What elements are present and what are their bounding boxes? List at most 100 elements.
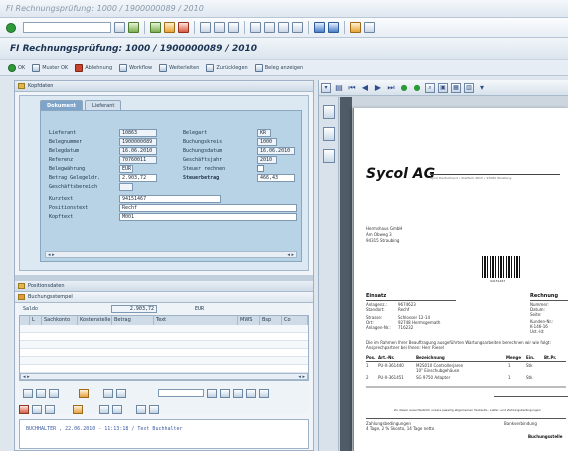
save-document-icon[interactable]: ▾: [321, 82, 331, 93]
checkbox-steuer-rechnen[interactable]: [257, 165, 264, 172]
details-icon[interactable]: [103, 388, 113, 398]
fit-width-icon[interactable]: ▦: [451, 82, 461, 93]
last-page-icon[interactable]: ⏭: [386, 83, 396, 93]
table-row[interactable]: [20, 357, 308, 365]
last-page-icon[interactable]: [292, 22, 303, 33]
attach-icon[interactable]: [99, 404, 109, 414]
field-belegdatum[interactable]: 16.06.2010: [119, 147, 157, 155]
zuruecklegen-button[interactable]: Zurücklegen: [206, 63, 248, 72]
muster-ok-button[interactable]: Muster OK: [32, 63, 68, 72]
delete-row-icon[interactable]: [36, 388, 46, 398]
field-positionstext[interactable]: Rechf: [119, 204, 297, 212]
field-lieferant[interactable]: 10863: [119, 129, 157, 137]
filter-icon[interactable]: [259, 388, 269, 398]
layout-icon[interactable]: [364, 22, 375, 33]
field-geschaeftsjahr[interactable]: 2010: [257, 156, 277, 164]
buchungsstempel-header[interactable]: Buchungsstempel: [15, 292, 313, 303]
delete-note-icon[interactable]: [19, 404, 29, 414]
more-options-icon[interactable]: ▾: [477, 83, 487, 93]
scroll-left-icon[interactable]: ◂ ▸: [23, 374, 30, 380]
table-row[interactable]: [20, 341, 308, 349]
workflow-button[interactable]: Workflow: [119, 63, 152, 72]
note-textbox[interactable]: BUCHHALTER , 22.06.2010 - 11:13:18 / Tex…: [19, 419, 309, 449]
field-geschaeftsbereich[interactable]: [119, 183, 133, 191]
zoom-icon[interactable]: ⌕: [425, 82, 435, 93]
kopf-horizontal-scrollbar[interactable]: ◂ ▸ ◂ ▸: [45, 251, 297, 258]
print-document-icon[interactable]: ▤: [334, 83, 344, 93]
history-icon[interactable]: [112, 404, 122, 414]
sort-icon[interactable]: [246, 388, 256, 398]
tab-dokument[interactable]: Dokument: [40, 100, 84, 110]
next-page-icon[interactable]: [278, 22, 289, 33]
print-icon[interactable]: [200, 22, 211, 33]
field-referenz[interactable]: 70760011: [119, 156, 157, 164]
field-belegart[interactable]: KR: [257, 129, 271, 137]
note-icon[interactable]: [73, 404, 83, 414]
col-text[interactable]: Text: [154, 316, 238, 325]
field-buchungskreis[interactable]: 1000: [257, 138, 277, 146]
rotate-left-icon[interactable]: ●: [399, 83, 409, 93]
field-kurztext[interactable]: 94151467: [119, 195, 221, 203]
col-kostenstelle[interactable]: Kostenstelle: [78, 316, 112, 325]
invoice-document-page[interactable]: Sycol AG Sycol Deutschland • Postfach 48…: [353, 108, 568, 451]
sum-icon[interactable]: [220, 388, 230, 398]
field-belegwaehrung[interactable]: EUR: [119, 165, 133, 173]
table-row[interactable]: [20, 333, 308, 341]
table-row[interactable]: [20, 349, 308, 357]
back-icon[interactable]: [150, 22, 161, 33]
previous-page-icon[interactable]: [264, 22, 275, 33]
enter-icon[interactable]: [6, 22, 16, 33]
dropdown-icon[interactable]: [114, 22, 125, 33]
insert-row-icon[interactable]: [23, 388, 33, 398]
col-bsp[interactable]: Bsp: [260, 316, 282, 325]
edit-icon[interactable]: [79, 388, 89, 398]
new-session-icon[interactable]: [314, 22, 325, 33]
thumbnails-icon[interactable]: ▥: [464, 82, 474, 93]
help-icon[interactable]: [350, 22, 361, 33]
fit-page-icon[interactable]: ▣: [438, 82, 448, 93]
amount-input[interactable]: [158, 389, 204, 397]
table-row[interactable]: [20, 365, 308, 373]
thumbnail-page-3[interactable]: [323, 149, 335, 163]
cut-icon[interactable]: [32, 404, 42, 414]
field-belegnummer[interactable]: 1900000089: [119, 138, 157, 146]
save-icon[interactable]: [128, 22, 139, 33]
next-page-icon[interactable]: ▶: [373, 83, 383, 93]
subtotal-icon[interactable]: [233, 388, 243, 398]
field-betrag[interactable]: 2.903,72: [119, 174, 157, 182]
select-all-icon[interactable]: [116, 388, 126, 398]
table-horizontal-scrollbar[interactable]: ◂ ▸ ◂ ▸: [20, 373, 308, 380]
find-next-icon[interactable]: [228, 22, 239, 33]
exit-icon[interactable]: [164, 22, 175, 33]
beleg-anzeigen-button[interactable]: Beleg anzeigen: [254, 63, 303, 72]
first-page-icon[interactable]: [250, 22, 261, 33]
field-kopftext[interactable]: M001: [119, 213, 297, 221]
positionsdaten-header[interactable]: Positionsdaten: [15, 281, 313, 292]
col-betrag[interactable]: Betrag: [112, 316, 154, 325]
first-page-icon[interactable]: ⏮: [347, 83, 357, 93]
find-icon[interactable]: [214, 22, 225, 33]
col-mws[interactable]: MWS: [238, 316, 260, 325]
thumbnail-page-1[interactable]: [323, 105, 335, 119]
previous-page-icon[interactable]: ◀: [360, 83, 370, 93]
ablehnung-button[interactable]: Ablehnung: [75, 63, 112, 72]
copy-row-icon[interactable]: [49, 388, 59, 398]
shortcut-icon[interactable]: [328, 22, 339, 33]
mail-icon[interactable]: [136, 404, 146, 414]
field-steuerbetrag[interactable]: 466,43: [257, 174, 295, 182]
kopfdaten-header[interactable]: Kopfdaten: [15, 81, 313, 92]
col-l[interactable]: L: [30, 316, 42, 325]
calculate-icon[interactable]: [207, 388, 217, 398]
scroll-left-icon[interactable]: ◂ ▸: [48, 252, 55, 258]
table-row[interactable]: [20, 325, 308, 333]
command-field[interactable]: [23, 22, 111, 33]
thumbnail-page-2[interactable]: [323, 127, 335, 141]
field-buchungsdatum[interactable]: 16.06.2010: [257, 147, 295, 155]
paste-icon[interactable]: [45, 404, 55, 414]
user-icon[interactable]: [149, 404, 159, 414]
cancel-icon[interactable]: [178, 22, 189, 33]
col-co[interactable]: Co: [282, 316, 308, 325]
weiterleiten-button[interactable]: Weiterleiten: [159, 63, 199, 72]
tab-lieferant[interactable]: Lieferant: [85, 100, 122, 110]
scroll-right-icon[interactable]: ◂ ▸: [298, 374, 305, 380]
